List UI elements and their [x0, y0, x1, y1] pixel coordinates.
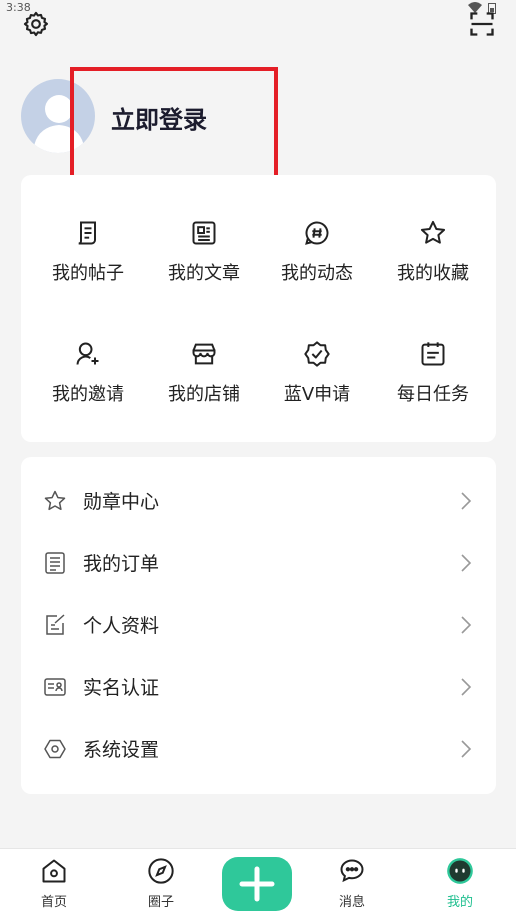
list-label: 我的订单 [83, 553, 160, 575]
chevron-right-icon [461, 616, 472, 634]
me-face-icon [447, 858, 473, 884]
grid-label: 我的店铺 [168, 384, 240, 405]
invite-user-icon [76, 342, 99, 365]
edit-profile-icon [46, 614, 65, 635]
list-item-verification[interactable]: 实名认证 [21, 656, 496, 718]
grid-item-invites[interactable]: 我的邀请 [29, 340, 147, 440]
chat-icon [340, 859, 364, 883]
grid-label: 我的文章 [168, 263, 240, 284]
star-outline-icon [44, 490, 66, 511]
grid-label: 我的动态 [281, 263, 353, 284]
nav-messages[interactable]: 消息 [312, 857, 392, 910]
grid-label: 蓝V申请 [283, 384, 351, 405]
compass-icon [148, 858, 174, 884]
nav-label: 首页 [40, 895, 67, 910]
grid-item-blue-v[interactable]: 蓝V申请 [258, 340, 376, 440]
grid-label: 我的邀请 [52, 384, 124, 405]
settings-button[interactable] [22, 10, 50, 38]
nav-home[interactable]: 首页 [14, 857, 94, 910]
grid-item-posts[interactable]: 我的帖子 [29, 219, 147, 319]
post-icon [78, 221, 96, 245]
list-item-profile[interactable]: 个人资料 [21, 594, 496, 656]
list-item-medals[interactable]: 勋章中心 [21, 470, 496, 532]
grid-item-favorites[interactable]: 我的收藏 [374, 219, 492, 319]
chevron-right-icon [461, 740, 472, 758]
store-icon [192, 343, 216, 365]
nav-me[interactable]: 我的 [420, 857, 500, 910]
list-label: 实名认证 [83, 677, 160, 699]
menu-list: 勋章中心 我的订单 个人资料 实名认证 系统设置 [21, 457, 496, 794]
nav-label: 我的 [446, 895, 473, 910]
status-bar: 3:38 [0, 0, 516, 16]
add-post-button[interactable] [222, 857, 292, 911]
chevron-right-icon [461, 492, 472, 510]
list-label: 系统设置 [83, 739, 160, 761]
grid-item-store[interactable]: 我的店铺 [145, 340, 263, 440]
hexagon-settings-icon [44, 739, 66, 759]
verified-badge-icon [304, 341, 330, 367]
list-label: 勋章中心 [83, 491, 160, 513]
nav-label: 圈子 [147, 895, 174, 910]
scan-button[interactable] [468, 10, 496, 38]
article-icon [192, 221, 216, 245]
list-item-orders[interactable]: 我的订单 [21, 532, 496, 594]
id-card-icon [44, 678, 66, 696]
shortcut-grid: 我的帖子 我的文章 我的动态 我的收藏 我的邀请 我的店铺 蓝V申请 每日任务 [21, 175, 496, 442]
star-icon [420, 220, 446, 244]
grid-item-moments[interactable]: 我的动态 [258, 219, 376, 319]
calendar-icon [421, 342, 445, 366]
highlight-box [70, 67, 278, 180]
scan-icon [470, 12, 494, 36]
home-icon [42, 859, 66, 883]
grid-item-daily-tasks[interactable]: 每日任务 [374, 340, 492, 440]
nav-circles[interactable]: 圈子 [121, 857, 201, 910]
chevron-right-icon [461, 678, 472, 696]
nav-label: 消息 [338, 895, 365, 910]
order-list-icon [45, 552, 65, 574]
grid-item-articles[interactable]: 我的文章 [145, 219, 263, 319]
bottom-nav: 首页 圈子 消息 我的 [0, 848, 516, 917]
grid-label: 我的帖子 [52, 263, 124, 284]
grid-label: 我的收藏 [397, 263, 469, 284]
plus-icon [239, 866, 275, 902]
list-item-system-settings[interactable]: 系统设置 [21, 718, 496, 780]
list-label: 个人资料 [83, 615, 160, 637]
chevron-right-icon [461, 554, 472, 572]
grid-label: 每日任务 [397, 384, 469, 405]
gear-icon [23, 11, 49, 37]
hashtag-icon [305, 221, 329, 245]
